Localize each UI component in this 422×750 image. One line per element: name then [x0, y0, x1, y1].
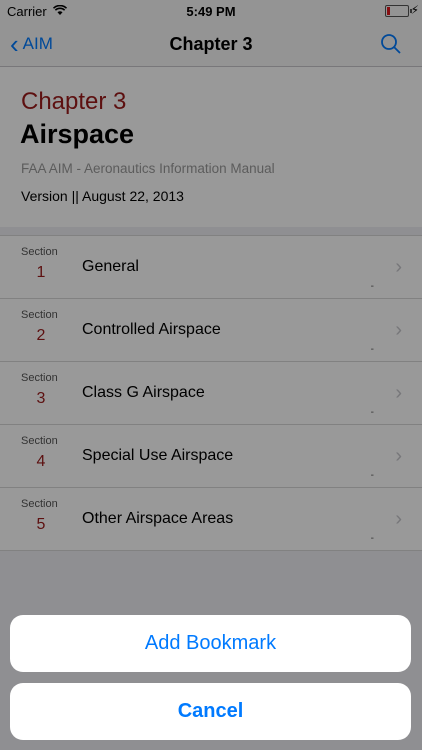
add-bookmark-button[interactable]: Add Bookmark: [10, 615, 411, 672]
cancel-button[interactable]: Cancel: [10, 683, 411, 740]
